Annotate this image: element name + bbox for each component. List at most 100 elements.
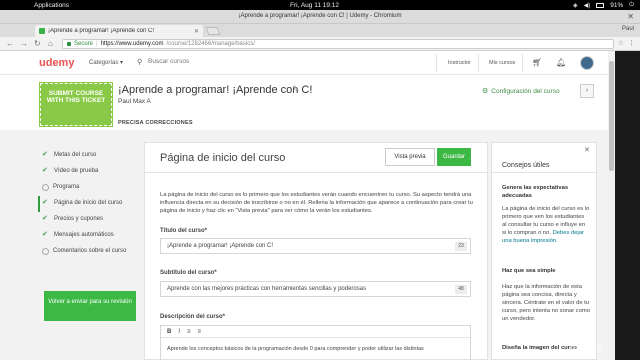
course-title-value: ¡Aprende a programar! ¡Aprende con C! — [167, 243, 274, 249]
intro-text: La página de inicio del curso es lo prim… — [160, 192, 473, 214]
tab-close-icon[interactable]: ✕ — [194, 28, 203, 35]
sidebar-item-label: Página de inicio del curso — [54, 200, 123, 206]
bookmark-star-icon[interactable]: ☆ — [618, 39, 624, 47]
profile-name[interactable]: Paul — [622, 26, 634, 32]
course-title: ¡Aprende a programar! ¡Aprende con C! — [118, 84, 313, 96]
window-close-icon[interactable]: ✕ — [627, 12, 634, 21]
course-subtitle-label: Subtítulo del curso* — [160, 270, 217, 276]
udemy-watermark: udemy — [570, 342, 603, 353]
course-header: SUBMIT COURSE WITH THIS TICKET ¡Aprende … — [0, 75, 608, 130]
page-body: ✔ Metas del curso ✔ Vídeo de prueba Prog… — [0, 130, 608, 360]
power-icon: ⏻ — [629, 1, 634, 8]
sidebar-item-label: Mensajes automáticos — [54, 232, 114, 238]
resubmit-review-button[interactable]: Volver a enviar para su revisión — [44, 291, 136, 321]
search-input[interactable] — [148, 58, 348, 65]
tips-panel: ✕ Consejos útiles Genera las expectativa… — [491, 142, 597, 360]
empty-circle-icon — [42, 184, 49, 191]
scrollbar-thumb[interactable] — [609, 61, 614, 171]
check-icon: ✔ — [42, 167, 48, 174]
sidebar-item-pricing[interactable]: ✔ Precios y cupones — [38, 212, 139, 228]
udemy-logo[interactable]: udemy — [39, 57, 74, 69]
divider — [492, 172, 596, 173]
header-divider — [522, 54, 523, 72]
editor-toolbar: B I ≡ ≡ — [161, 326, 470, 338]
numbered-list-icon[interactable]: ≡ — [187, 326, 191, 337]
address-bar[interactable]: Secure | https://www.udemy.com/course/12… — [62, 39, 614, 49]
tip-paragraph: Haz que la información de esta página se… — [502, 284, 590, 322]
chevron-right-icon[interactable]: › — [580, 84, 594, 98]
sidebar-item-label: Precios y cupones — [54, 216, 104, 222]
reload-icon[interactable]: ↻ — [34, 39, 41, 48]
sidebar-item-goals[interactable]: ✔ Metas del curso — [38, 148, 139, 164]
url-separator: | — [96, 41, 98, 47]
lock-icon — [67, 42, 71, 46]
battery-icon — [596, 2, 605, 8]
my-courses-link[interactable]: Mis cursos — [489, 60, 515, 66]
tab-title: ¡Aprende a programar! ¡Aprende con C! — [48, 28, 155, 34]
course-subtitle-value: Aprende con las mejores prácticas con he… — [167, 286, 367, 292]
applications-menu[interactable]: Applications — [34, 2, 69, 9]
system-clock[interactable]: Fri, Aug 11 19:12 — [290, 2, 339, 9]
network-icon: ◈ — [572, 2, 578, 9]
course-status: PRECISA CORRECCIONES — [118, 120, 193, 126]
volume-icon: ◀) — [583, 2, 591, 9]
description-text: Aprende los conceptos básicos de la prog… — [167, 346, 424, 352]
save-button[interactable]: Guardar — [437, 148, 471, 166]
sidebar-item-promo-video[interactable]: ✔ Vídeo de prueba — [38, 164, 139, 180]
bold-icon[interactable]: B — [167, 326, 171, 337]
sidebar-item-label: Metas del curso — [54, 152, 97, 158]
sidebar-item-messages[interactable]: ✔ Mensajes automáticos — [38, 228, 139, 244]
sidebar-item-feedback[interactable]: Comentarios sobre el curso — [38, 244, 139, 260]
home-icon[interactable]: ⌂ — [48, 39, 53, 48]
new-tab-button[interactable] — [205, 27, 221, 35]
course-author: Paul Max A — [118, 98, 151, 105]
check-icon: ✔ — [42, 199, 48, 206]
url-host: https://www.udemy.com — [100, 41, 164, 47]
tip-paragraph: La página de inicio del curso es lo prim… — [502, 205, 590, 245]
landing-page-panel: Página de inicio del curso Vista previa … — [144, 142, 488, 360]
secure-label: Secure — [74, 41, 94, 47]
tip-heading: Haz que sea simple — [502, 268, 556, 274]
check-icon: ✔ — [42, 215, 48, 222]
sidebar-item-landing-page[interactable]: ✔ Página de inicio del curso — [38, 196, 139, 212]
browser-tab[interactable]: ¡Aprende a programar! ¡Aprende con C! ✕ — [35, 25, 203, 37]
sidebar-item-curriculum[interactable]: Programa — [38, 180, 139, 196]
sidebar-item-label: Vídeo de prueba — [54, 168, 99, 174]
page-scrollbar[interactable] — [608, 51, 615, 360]
browser-menu-icon[interactable]: ⋮ — [628, 39, 635, 47]
back-icon[interactable]: ← — [6, 39, 14, 48]
preview-button[interactable]: Vista previa — [385, 148, 435, 166]
char-counter: 48 — [455, 285, 467, 294]
course-title-field[interactable]: ¡Aprende a programar! ¡Aprende con C! 23 — [160, 238, 471, 254]
avatar[interactable] — [580, 56, 594, 70]
categories-menu[interactable]: Categorías ▾ — [89, 59, 123, 66]
battery-percent: 91% — [610, 1, 624, 9]
italic-icon[interactable]: I — [178, 326, 180, 337]
sidebar-item-label: Comentarios sobre el curso — [53, 248, 127, 254]
notifications-bell-icon[interactable]: 🔔︎ — [556, 58, 566, 67]
course-settings-label: Configuración del curso — [491, 87, 560, 95]
url-path: /course/1282466/manage/basics/ — [166, 41, 255, 47]
course-title-label: Título del curso* — [160, 228, 208, 234]
tab-strip: ¡Aprende a programar! ¡Aprende con C! ✕ … — [0, 24, 640, 37]
close-icon[interactable]: ✕ — [584, 146, 590, 154]
forward-icon[interactable]: → — [20, 39, 28, 48]
course-description-label: Descripción del curso* — [160, 314, 226, 320]
course-subtitle-field[interactable]: Aprende con las mejores prácticas con he… — [160, 281, 471, 297]
page-title: Página de inicio del curso — [160, 152, 286, 164]
bullet-list-icon[interactable]: ≡ — [198, 326, 202, 337]
check-icon: ✔ — [42, 151, 48, 158]
cart-icon[interactable]: 🛒︎ — [532, 58, 542, 67]
submit-ticket-badge: SUBMIT COURSE WITH THIS TICKET — [39, 82, 113, 127]
edit-pencil-icon[interactable]: ✎ — [292, 84, 300, 95]
instructor-link[interactable]: Instructor — [448, 60, 471, 66]
course-settings-link[interactable]: ⚙ Configuración del curso — [482, 87, 560, 96]
char-counter: 23 — [455, 242, 467, 251]
browser-toolbar: ← → ↻ ⌂ Secure | https://www.udemy.com/c… — [0, 37, 640, 51]
system-tray[interactable]: ◈ ◀) 91% ⏻ — [573, 2, 634, 9]
search-icon[interactable]: ⚲ — [137, 58, 142, 66]
window-title-bar: ¡Aprende a programar! ¡Aprende con C! | … — [0, 10, 640, 24]
site-header: udemy Categorías ▾ ⚲ Instructor Mis curs… — [0, 51, 608, 75]
description-editor[interactable]: B I ≡ ≡ Aprende los conceptos básicos de… — [160, 325, 471, 360]
header-divider — [436, 54, 437, 72]
